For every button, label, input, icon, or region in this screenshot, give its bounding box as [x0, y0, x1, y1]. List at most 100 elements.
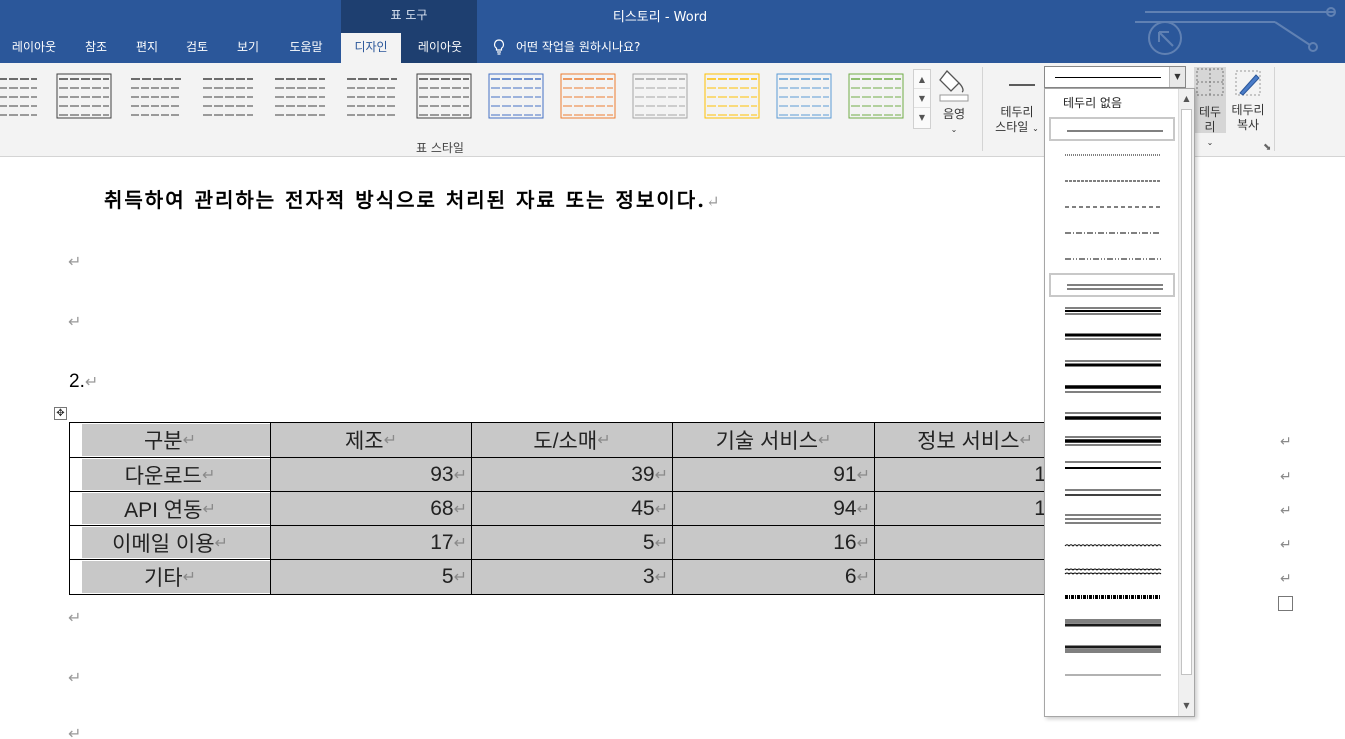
table-cell-value[interactable]: 68 ↵ [270, 491, 472, 526]
border-style-option[interactable] [1049, 325, 1175, 349]
cell-end-mark: ↵ [856, 534, 870, 552]
tab-table-design[interactable]: 디자인 [341, 33, 401, 63]
row-end-mark: ↵ [1280, 503, 1292, 519]
empty-paragraph-mark: ↵ [68, 608, 82, 627]
gallery-scroll[interactable]: ▲ ▼ ▼ [913, 69, 931, 129]
scroll-thumb[interactable] [1181, 109, 1192, 675]
tab-review[interactable]: 검토 [176, 33, 218, 63]
border-style-option[interactable] [1049, 351, 1175, 375]
border-style-option[interactable] [1049, 403, 1175, 427]
border-styles-button[interactable]: 테두리 스타일 ⌄ [990, 67, 1044, 137]
table-style-thumbnail[interactable] [128, 73, 184, 119]
context-tab-group-label: 표 도구 [390, 8, 428, 22]
border-style-option[interactable] [1049, 221, 1175, 245]
tab-help[interactable]: 도움말 [280, 33, 332, 63]
gallery-more-button[interactable]: ▼ [914, 108, 930, 127]
gallery-up-button[interactable]: ▲ [914, 70, 930, 89]
border-style-option[interactable] [1049, 169, 1175, 193]
dialog-launcher-icon[interactable]: ⬊ [1263, 142, 1271, 153]
table-cell-header[interactable]: 기술 서비스 ↵ [672, 422, 875, 458]
table-style-thumbnail[interactable] [704, 73, 760, 119]
table-cell-label[interactable]: 기타 ↵ [69, 559, 271, 595]
border-style-option[interactable] [1049, 455, 1175, 479]
border-style-dropdown: 테두리 없음 ▲ ▼ [1044, 88, 1195, 717]
border-style-combobox[interactable]: ▼ [1044, 66, 1186, 88]
border-style-option[interactable] [1049, 429, 1175, 453]
tab-mailings[interactable]: 편지 [126, 33, 168, 63]
cell-value: 5 [441, 565, 454, 588]
gallery-down-button[interactable]: ▼ [914, 89, 930, 108]
row-end-mark: ↵ [1280, 571, 1292, 587]
table-cell-value[interactable]: 91 ↵ [672, 457, 875, 492]
border-style-option[interactable] [1049, 143, 1175, 167]
cell-text: 68 ↵ [430, 492, 467, 525]
table-cell-value[interactable]: 94 ↵ [672, 491, 875, 526]
table-cell-value[interactable]: 16 ↵ [672, 525, 875, 560]
border-style-preview-icon [1065, 674, 1161, 676]
border-style-option[interactable] [1049, 273, 1175, 297]
border-style-option[interactable] [1049, 507, 1175, 531]
table-style-thumbnail[interactable] [272, 73, 328, 119]
table-cell-value[interactable]: 5 ↵ [270, 559, 472, 595]
border-style-option[interactable] [1049, 299, 1175, 323]
border-style-option[interactable] [1049, 611, 1175, 635]
table-style-thumbnail[interactable] [632, 73, 688, 119]
tab-layout[interactable]: 레이아웃 [4, 33, 64, 63]
table-style-thumbnail[interactable] [56, 73, 112, 119]
table-cell-value[interactable]: 3 ↵ [471, 559, 673, 595]
tell-me-search[interactable]: 어떤 작업을 원하시나요? [492, 33, 640, 61]
cell-text: 이메일 이용 ↵ [70, 526, 270, 559]
border-style-option[interactable] [1049, 559, 1175, 583]
cell-text: 17↵ [430, 526, 467, 559]
table-style-thumbnail[interactable] [776, 73, 832, 119]
table-cell-label[interactable]: 다운로드 ↵ [69, 457, 271, 492]
table-resize-handle[interactable] [1278, 596, 1293, 611]
tab-references[interactable]: 참조 [74, 33, 118, 63]
table-cell-header[interactable]: 도/소매 ↵ [471, 422, 673, 458]
border-style-option[interactable] [1049, 377, 1175, 401]
empty-paragraph-mark: ↵ [68, 252, 82, 271]
table-cell-value[interactable]: 5 ↵ [471, 525, 673, 560]
tab-table-layout[interactable]: 레이아웃 [408, 33, 472, 63]
border-style-preview-icon [1065, 154, 1161, 156]
border-style-option[interactable] [1049, 195, 1175, 219]
table-style-thumbnail[interactable] [416, 73, 472, 119]
border-style-option[interactable] [1049, 533, 1175, 557]
border-style-preview-icon [1065, 385, 1161, 393]
shading-button[interactable]: 음영 ⌄ [934, 67, 974, 134]
body-paragraph: 취득하여 관리하는 전자적 방식으로 처리된 자료 또는 정보이다.↵ [104, 184, 722, 213]
tab-view[interactable]: 보기 [226, 33, 270, 63]
table-cell-value[interactable]: 39 ↵ [471, 457, 673, 492]
table-style-thumbnail[interactable] [344, 73, 400, 119]
table-style-thumbnail[interactable] [0, 73, 40, 119]
paragraph-mark: ↵ [706, 192, 722, 211]
border-painter-button[interactable]: 테두리 복사 [1228, 67, 1268, 137]
table-style-thumbnail[interactable] [200, 73, 256, 119]
border-style-option[interactable] [1049, 117, 1175, 141]
table-cell-value[interactable]: 6 ↵ [672, 559, 875, 595]
table-style-thumbnail[interactable] [560, 73, 616, 119]
table-cell-header[interactable]: 구분 ↵ [69, 422, 271, 458]
heading-number: 2. [69, 371, 85, 392]
table-move-handle-icon[interactable]: ✥ [54, 407, 67, 420]
table-cell-label[interactable]: API 연동 ↵ [69, 491, 271, 526]
scroll-down-icon[interactable]: ▼ [1179, 698, 1194, 714]
scroll-up-icon[interactable]: ▲ [1179, 91, 1194, 107]
table-style-thumbnail[interactable] [488, 73, 544, 119]
border-style-option[interactable] [1049, 247, 1175, 271]
dropdown-scrollbar[interactable]: ▲ ▼ [1178, 89, 1194, 716]
border-style-preview-icon [1065, 514, 1161, 524]
border-style-option[interactable] [1049, 637, 1175, 661]
border-style-option[interactable] [1049, 663, 1175, 687]
border-style-option[interactable] [1049, 585, 1175, 609]
table-style-thumbnail[interactable] [848, 73, 904, 119]
table-cell-value[interactable]: 93 ↵ [270, 457, 472, 492]
table-cell-label[interactable]: 이메일 이용 ↵ [69, 525, 271, 560]
borders-button[interactable]: 테두리 ⌄ [1194, 67, 1226, 147]
table-cell-value[interactable]: 17↵ [270, 525, 472, 560]
border-style-option[interactable] [1049, 481, 1175, 505]
table-cell-value[interactable]: 45 ↵ [471, 491, 673, 526]
table-cell-header[interactable]: 제조 ↵ [270, 422, 472, 458]
no-border-option[interactable]: 테두리 없음 [1063, 94, 1122, 111]
combobox-dropdown-arrow-icon[interactable]: ▼ [1169, 67, 1185, 87]
